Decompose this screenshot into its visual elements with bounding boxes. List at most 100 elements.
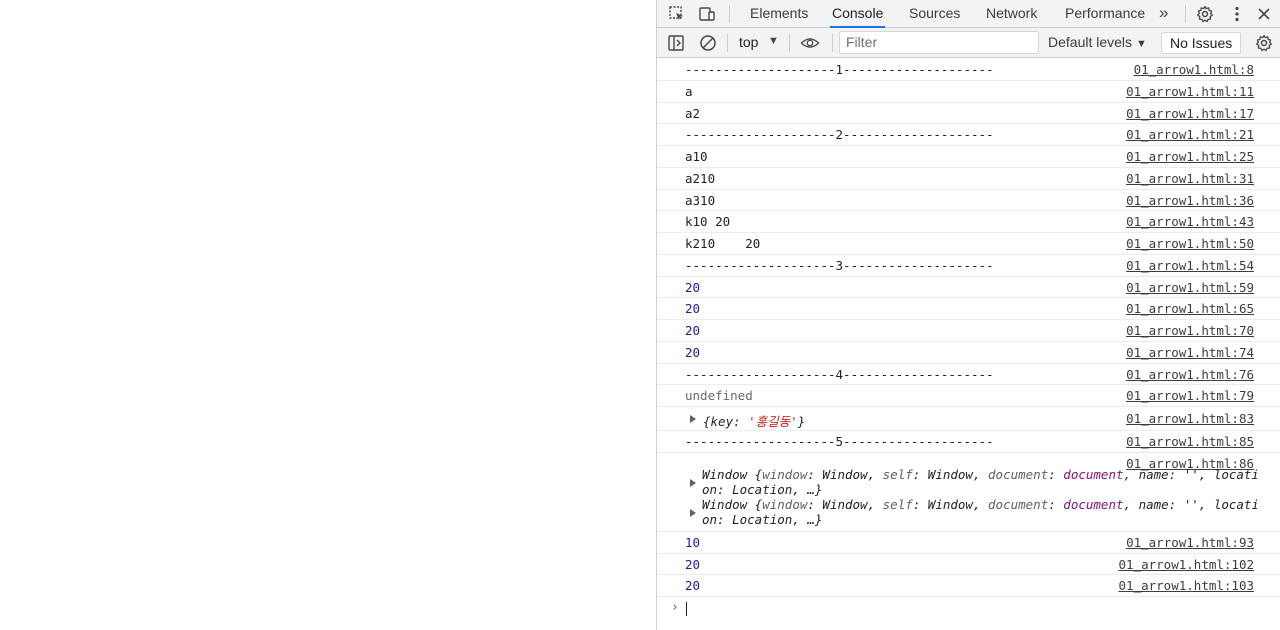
log-text: a10	[685, 149, 708, 164]
window-log-block[interactable]: 01_arrow1.html:86 Window {window: Window…	[657, 453, 1280, 532]
source-link[interactable]: 01_arrow1.html:85	[1126, 434, 1254, 449]
more-options-icon[interactable]	[1227, 4, 1247, 24]
console-toolbar: top ▼ Filter Default levels ▼ No Issues	[657, 28, 1280, 58]
log-text: --------------------1-------------------…	[685, 62, 994, 77]
issues-button[interactable]: No Issues	[1161, 32, 1242, 54]
source-link[interactable]: 01_arrow1.html:70	[1126, 323, 1254, 338]
log-row: 20 01_arrow1.html:102	[657, 554, 1280, 576]
window-object-line-cont: on: Location, …}	[702, 481, 823, 497]
log-text: --------------------3-------------------…	[685, 257, 994, 273]
log-row: a10 01_arrow1.html:25	[657, 146, 1280, 168]
tab-performance[interactable]: Performance	[1063, 0, 1147, 28]
log-text: a	[685, 83, 693, 99]
log-row: a2 01_arrow1.html:17	[657, 103, 1280, 125]
log-text: 20	[685, 556, 701, 572]
console-messages: --------------------1-------------------…	[657, 59, 1280, 630]
object-close-brace: }	[797, 414, 806, 429]
source-link[interactable]: 01_arrow1.html:17	[1126, 106, 1254, 121]
log-row: 20 01_arrow1.html:59	[657, 277, 1280, 299]
source-link[interactable]: 01_arrow1.html:36	[1126, 193, 1254, 208]
text-cursor	[686, 602, 687, 616]
source-link[interactable]: 01_arrow1.html:11	[1126, 84, 1254, 99]
object-value-string: '홍길동'	[748, 414, 798, 429]
clear-console-icon[interactable]	[698, 33, 718, 53]
tab-network[interactable]: Network	[984, 0, 1039, 28]
chevron-down-icon[interactable]: ▼	[768, 35, 779, 47]
log-text: 20	[685, 301, 701, 317]
source-link[interactable]: 01_arrow1.html:8	[1134, 62, 1254, 77]
expand-triangle-icon[interactable]	[690, 415, 696, 423]
object-key-text: {key:	[703, 414, 749, 429]
expand-triangle-icon[interactable]	[690, 478, 696, 487]
log-text: --------------------5-------------------…	[685, 434, 994, 449]
source-link[interactable]: 01_arrow1.html:93	[1126, 535, 1254, 550]
log-text: 20	[685, 344, 701, 360]
filter-input[interactable]: Filter	[839, 31, 1039, 54]
device-toolbar-icon[interactable]	[697, 4, 717, 24]
log-text: 20	[685, 323, 701, 338]
log-text: --------------------2-------------------…	[685, 127, 994, 143]
log-row: undefined 01_arrow1.html:79	[657, 385, 1280, 407]
log-row: --------------------2-------------------…	[657, 124, 1280, 146]
more-tabs-icon[interactable]: »	[1157, 0, 1170, 28]
log-row: 20 01_arrow1.html:70	[657, 320, 1280, 342]
prompt-chevron-icon: ›	[671, 600, 679, 615]
source-link[interactable]: 01_arrow1.html:50	[1126, 236, 1254, 251]
close-icon[interactable]	[1254, 4, 1274, 24]
source-link[interactable]: 01_arrow1.html:54	[1126, 258, 1254, 273]
log-text: a2	[685, 105, 701, 121]
log-text: --------------------4-------------------…	[685, 366, 994, 382]
log-text: k210 20	[685, 236, 761, 251]
source-link[interactable]: 01_arrow1.html:31	[1126, 171, 1254, 186]
chevron-down-icon: ▼	[1135, 38, 1147, 50]
log-row: 20 01_arrow1.html:74	[657, 342, 1280, 364]
log-row: 20 01_arrow1.html:103	[657, 575, 1280, 597]
log-row: --------------------3-------------------…	[657, 255, 1280, 277]
object-log-row[interactable]: {key: '홍길동'} 01_arrow1.html:83	[657, 407, 1280, 431]
log-text: 20	[685, 279, 701, 295]
window-object-line-cont: on: Location, …}	[702, 511, 823, 527]
log-row: k210 20 01_arrow1.html:50	[657, 233, 1280, 255]
tab-console[interactable]: Console	[830, 0, 886, 28]
log-row: 10 01_arrow1.html:93	[657, 532, 1280, 554]
log-levels-label: Default levels	[1048, 34, 1133, 50]
log-row: 20 01_arrow1.html:65	[657, 298, 1280, 320]
source-link[interactable]: 01_arrow1.html:79	[1126, 388, 1254, 403]
window-object-line: Window {window: Window, self: Window, do…	[702, 496, 1257, 512]
context-selector[interactable]: top	[739, 34, 758, 50]
separator-log-row: --------------------5-------------------…	[657, 431, 1280, 453]
source-link[interactable]: 01_arrow1.html:74	[1126, 345, 1254, 360]
log-text: 20	[685, 578, 701, 594]
log-text: undefined	[685, 388, 753, 404]
console-prompt[interactable]: ›	[657, 597, 1280, 621]
source-link[interactable]: 01_arrow1.html:43	[1126, 214, 1254, 229]
source-link[interactable]: 01_arrow1.html:102	[1119, 557, 1254, 572]
source-link[interactable]: 01_arrow1.html:103	[1119, 578, 1254, 593]
settings-gear-icon[interactable]	[1195, 4, 1215, 24]
source-link[interactable]: 01_arrow1.html:76	[1126, 367, 1254, 382]
devtools-tabbar: Elements Console Sources Network Perform…	[657, 0, 1280, 28]
source-link[interactable]: 01_arrow1.html:21	[1126, 127, 1254, 142]
log-text: 10	[685, 534, 701, 550]
log-row: a 01_arrow1.html:11	[657, 81, 1280, 103]
log-row: --------------------1-------------------…	[657, 59, 1280, 81]
window-object-line: Window {window: Window, self: Window, do…	[702, 466, 1257, 482]
source-link[interactable]: 01_arrow1.html:59	[1126, 280, 1254, 295]
log-text: a210	[685, 170, 716, 186]
log-text: k10 20	[685, 214, 731, 230]
inspect-element-icon[interactable]	[667, 4, 687, 24]
log-text: a310	[685, 192, 716, 208]
sidebar-toggle-icon[interactable]	[666, 33, 686, 53]
tab-sources[interactable]: Sources	[907, 0, 962, 28]
source-link[interactable]: 01_arrow1.html:25	[1126, 149, 1254, 164]
log-row: a210 01_arrow1.html:31	[657, 168, 1280, 190]
live-expression-eye-icon[interactable]	[800, 33, 820, 53]
devtools-panel: Elements Console Sources Network Perform…	[656, 0, 1280, 630]
source-link[interactable]: 01_arrow1.html:65	[1126, 301, 1254, 316]
expand-triangle-icon[interactable]	[690, 508, 696, 517]
source-link[interactable]: 01_arrow1.html:83	[1126, 411, 1254, 426]
tab-elements[interactable]: Elements	[748, 0, 810, 28]
console-settings-gear-icon[interactable]	[1254, 33, 1274, 53]
log-row: k10 20 01_arrow1.html:43	[657, 211, 1280, 233]
log-levels-dropdown[interactable]: Default levels ▼	[1048, 34, 1147, 50]
